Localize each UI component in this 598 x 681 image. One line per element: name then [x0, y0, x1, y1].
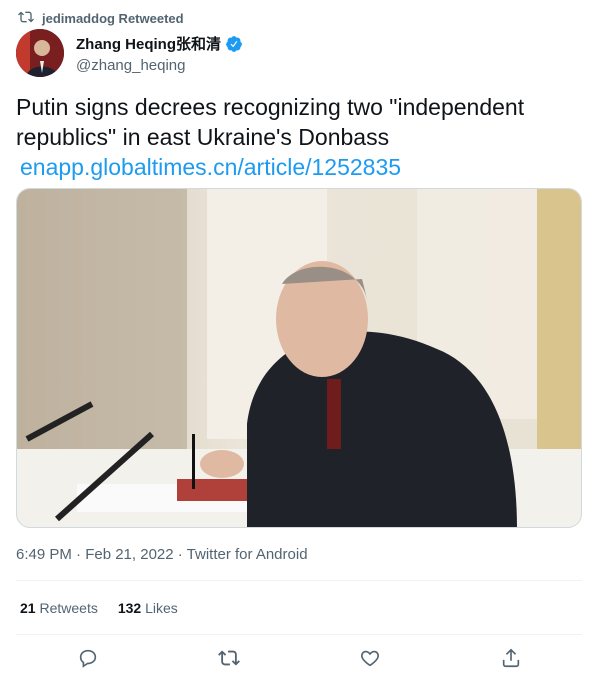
divider [16, 634, 582, 635]
share-button[interactable] [498, 645, 524, 671]
retweet-context: jedimaddog Retweeted [18, 9, 184, 28]
author-name[interactable]: Zhang Heqing张和清 [76, 33, 221, 54]
tweet-text: Putin signs decrees recognizing two "ind… [16, 92, 576, 182]
tweet-link[interactable]: enapp.globaltimes.cn/article/1252835 [20, 152, 576, 182]
author-handle[interactable]: @zhang_heqing [76, 57, 243, 74]
reply-button[interactable] [75, 645, 101, 671]
author-row: Zhang Heqing张和清 @zhang_heqing [16, 29, 243, 77]
retweet-icon [18, 9, 34, 28]
divider [16, 580, 582, 581]
likes-stat[interactable]: 132 Likes [118, 600, 178, 616]
like-button[interactable] [357, 645, 383, 671]
share-icon [502, 648, 520, 668]
tweet-stats: 21 Retweets 132 Likes [20, 600, 178, 616]
verified-badge-icon [225, 35, 243, 53]
tweet-photo[interactable] [16, 188, 582, 528]
heart-icon [361, 650, 379, 667]
reply-icon [79, 649, 97, 668]
avatar[interactable] [16, 29, 64, 77]
retweet-context-text[interactable]: jedimaddog Retweeted [42, 11, 184, 26]
retweet-button[interactable] [216, 645, 242, 671]
tweet-body: Putin signs decrees recognizing two "ind… [16, 94, 525, 150]
retweet-icon [218, 650, 240, 666]
action-bar [0, 645, 598, 673]
tweet-meta[interactable]: 6:49 PM · Feb 21, 2022 · Twitter for And… [16, 546, 308, 563]
retweets-stat[interactable]: 21 Retweets [20, 600, 98, 616]
